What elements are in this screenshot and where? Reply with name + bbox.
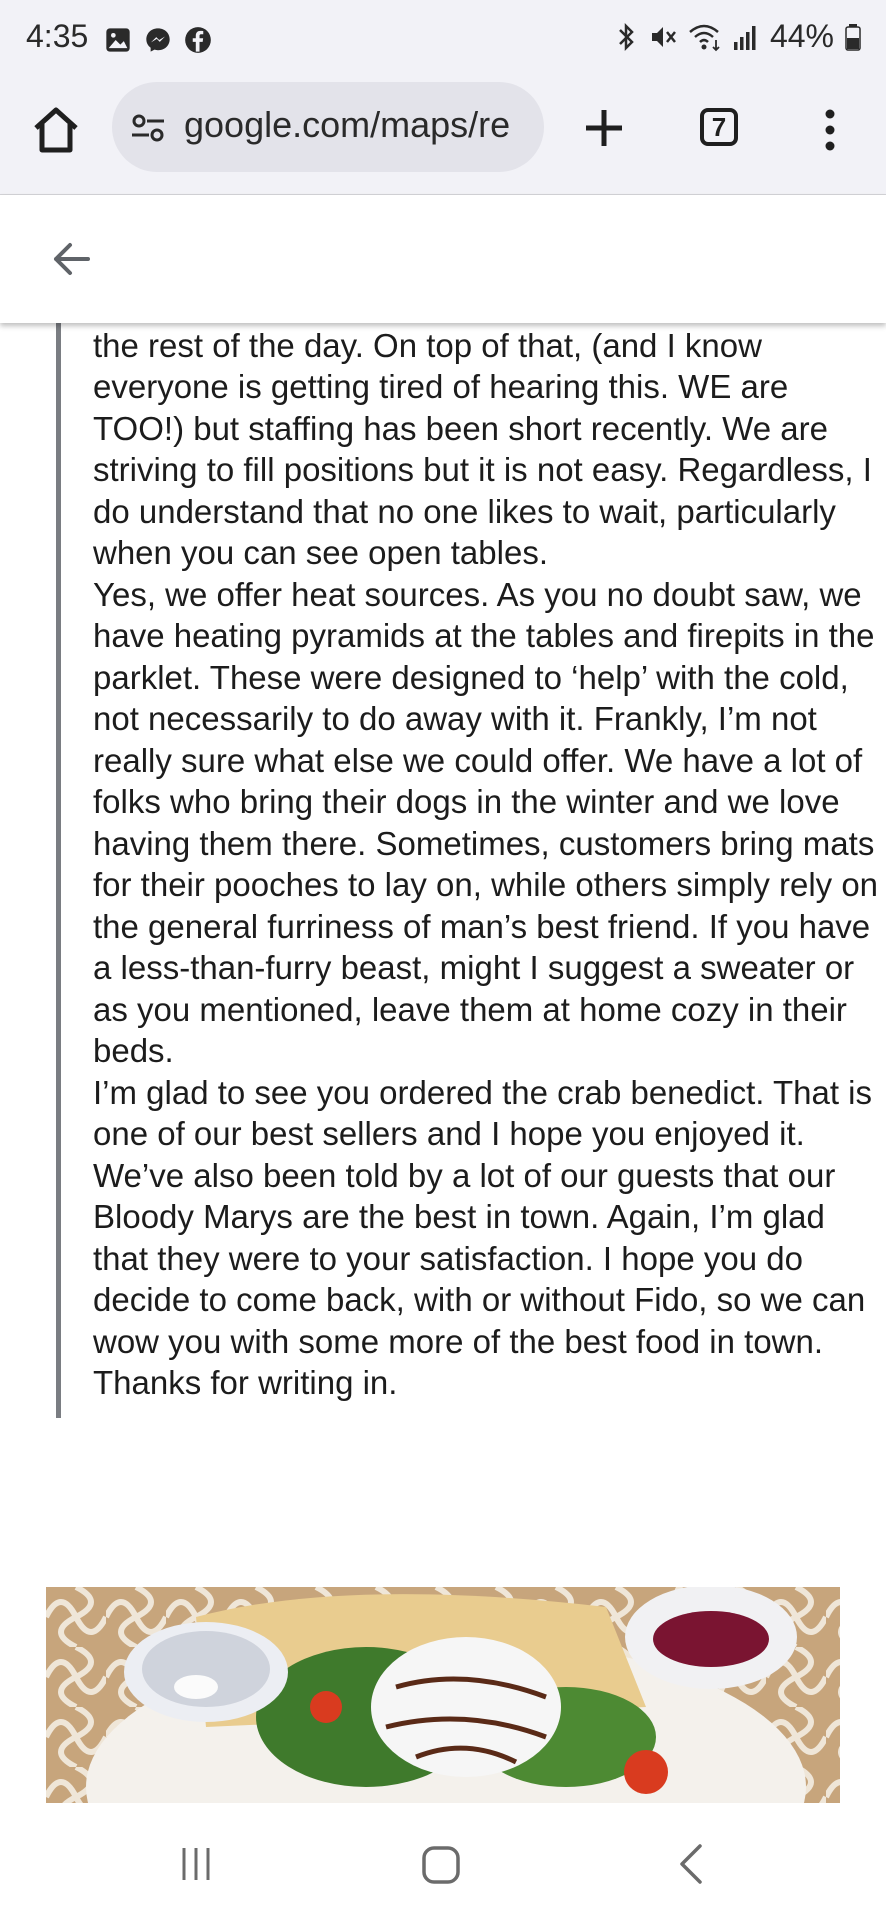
battery-icon — [845, 23, 861, 51]
reply-paragraph: Yes, we offer heat sources. As you no do… — [93, 575, 879, 1070]
mute-icon — [651, 26, 676, 47]
more-options-icon[interactable] — [818, 106, 842, 154]
bluetooth-icon — [619, 22, 634, 51]
reply-paragraph: Thanks for writing in. — [93, 1364, 398, 1401]
system-nav-bar — [0, 1804, 886, 1920]
status-time: 4:35 — [26, 18, 89, 54]
page-header — [0, 195, 886, 323]
address-bar[interactable]: google.com/maps/re — [112, 82, 544, 172]
messenger-icon — [146, 28, 170, 52]
reply-paragraph: we don't have a "group rush" to deal wit… — [93, 326, 872, 572]
owner-reply: we don't have a "group rush" to deal wit… — [56, 323, 883, 1418]
status-bar: 4:35 44% — [0, 0, 886, 82]
browser-toolbar: google.com/maps/re 7 — [0, 82, 886, 195]
back-arrow-icon[interactable] — [48, 235, 96, 283]
site-settings-icon[interactable] — [130, 110, 166, 146]
back-nav-icon[interactable] — [676, 1842, 706, 1886]
recent-apps-icon[interactable] — [176, 1844, 216, 1884]
facebook-icon — [185, 27, 211, 53]
new-tab-button[interactable] — [578, 102, 630, 154]
gallery-icon — [106, 28, 130, 52]
review-photo[interactable] — [46, 1587, 840, 1803]
signal-icon — [733, 25, 756, 50]
wifi-icon — [689, 24, 720, 51]
review-content: we don't have a "group rush" to deal wit… — [0, 323, 886, 1803]
battery-percentage: 44% — [769, 18, 834, 54]
url-text[interactable]: google.com/maps/re — [184, 104, 534, 146]
home-button[interactable] — [28, 102, 84, 158]
system-status: 44% — [614, 18, 862, 55]
notification-icons — [104, 26, 212, 54]
plate-of-food-photo — [46, 1587, 840, 1803]
reply-text: we don't have a "group rush" to deal wit… — [93, 323, 883, 1404]
tab-count: 7 — [711, 111, 727, 142]
tab-switcher-button[interactable]: 7 — [700, 108, 738, 146]
reply-paragraph: I’m glad to see you ordered the crab ben… — [93, 1073, 873, 1360]
home-nav-icon[interactable] — [420, 1844, 462, 1886]
